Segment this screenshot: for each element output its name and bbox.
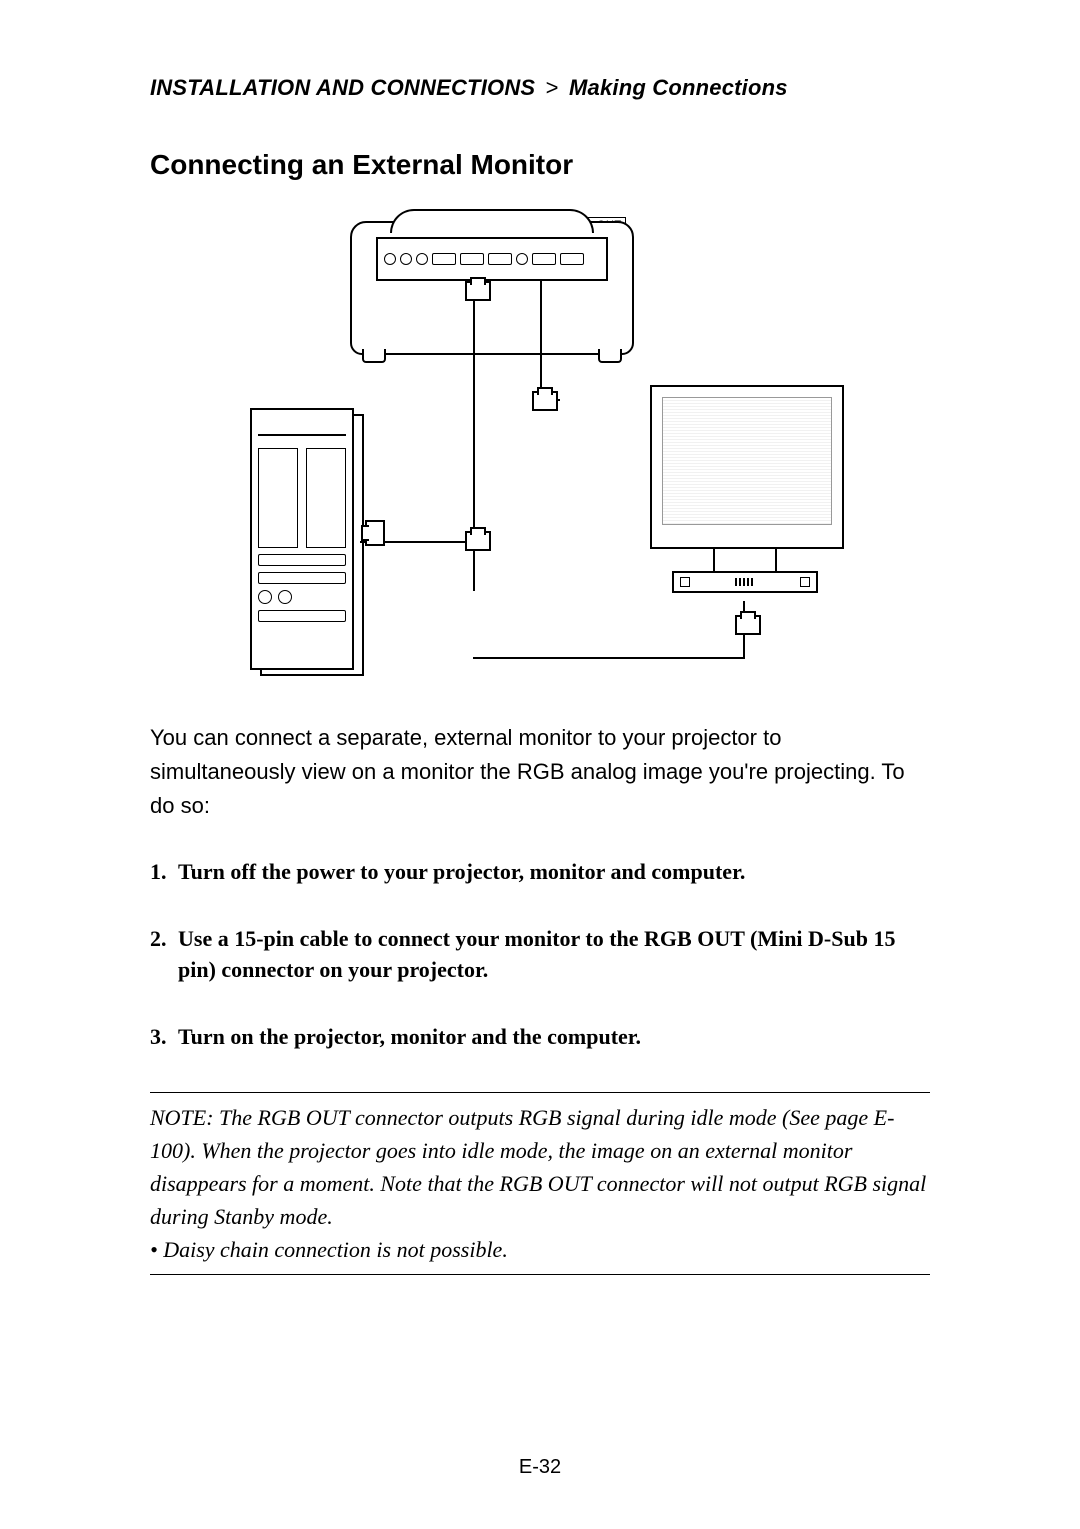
- vga-connector-midcable: [532, 391, 558, 411]
- intro-paragraph: You can connect a separate, external mon…: [150, 721, 930, 823]
- vga-connector-projector: [465, 281, 491, 301]
- step-list: 1. Turn off the power to your projector,…: [150, 857, 930, 1052]
- page-number: E-32: [0, 1456, 1080, 1479]
- step-item: 1. Turn off the power to your projector,…: [150, 857, 930, 888]
- cable-bottom-horizontal: [473, 657, 745, 659]
- step-item: 2. Use a 15-pin cable to connect your mo…: [150, 924, 930, 986]
- projector-icon: [350, 221, 634, 355]
- step-text: Turn on the projector, monitor and the c…: [178, 1022, 930, 1053]
- step-number: 3.: [150, 1022, 178, 1053]
- note-line: • Daisy chain connection is not possible…: [150, 1233, 930, 1266]
- step-number: 2.: [150, 924, 178, 986]
- vga-connector-monitor: [735, 615, 761, 635]
- note-rule-top: [150, 1092, 930, 1093]
- breadcrumb-subsection: Making Connections: [569, 75, 788, 100]
- step-text: Turn off the power to your projector, mo…: [178, 857, 930, 888]
- step-text: Use a 15-pin cable to connect your monit…: [178, 924, 930, 986]
- breadcrumb: INSTALLATION AND CONNECTIONS > Making Co…: [150, 75, 930, 101]
- vga-connector-split: [465, 531, 491, 551]
- breadcrumb-separator: >: [542, 75, 563, 100]
- note-line: NOTE: The RGB OUT connector outputs RGB …: [150, 1101, 930, 1233]
- step-number: 1.: [150, 857, 178, 888]
- breadcrumb-section: INSTALLATION AND CONNECTIONS: [150, 75, 535, 100]
- manual-page: INSTALLATION AND CONNECTIONS > Making Co…: [0, 0, 1080, 1529]
- note-rule-bottom: [150, 1274, 930, 1275]
- computer-tower-icon: [260, 414, 364, 676]
- vga-connector-computer: [365, 520, 385, 546]
- cable-rgbout-vertical: [540, 281, 542, 401]
- page-title: Connecting an External Monitor: [150, 149, 930, 181]
- diagram-canvas: RGB OUT: [240, 221, 840, 671]
- step-item: 3. Turn on the projector, monitor and th…: [150, 1022, 930, 1053]
- note-block: NOTE: The RGB OUT connector outputs RGB …: [150, 1101, 930, 1266]
- connection-diagram: RGB OUT: [150, 221, 930, 671]
- external-monitor-icon: [650, 385, 840, 589]
